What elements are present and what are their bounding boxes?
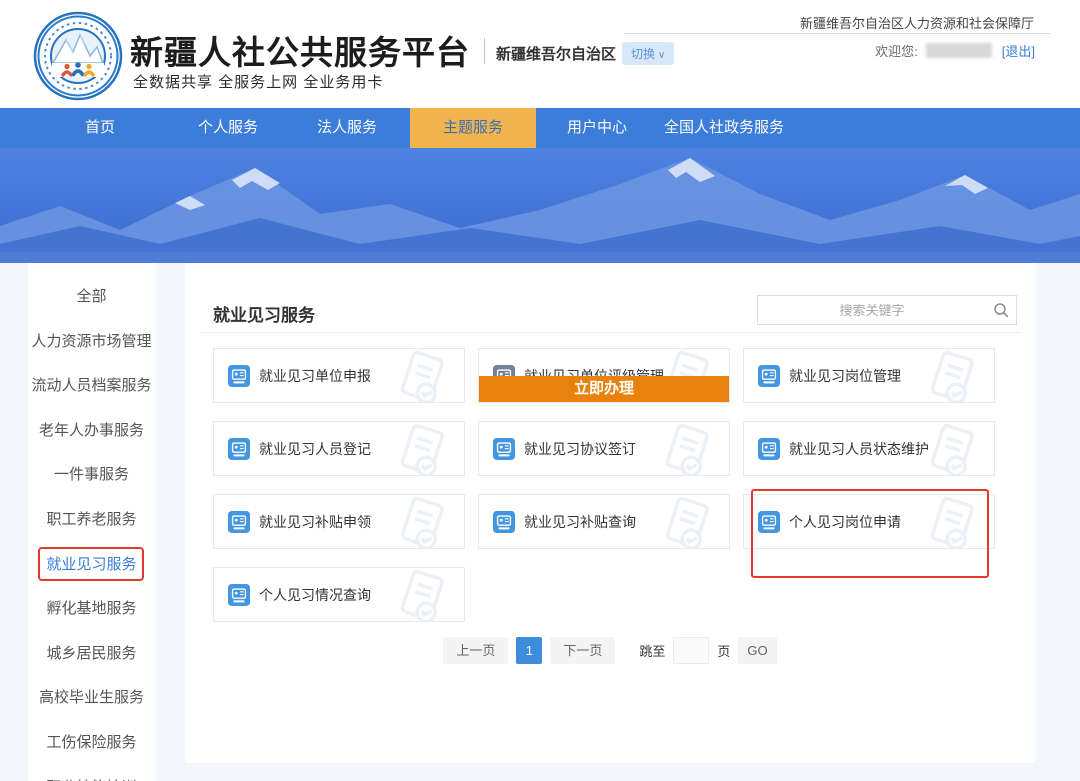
document-watermark-icon: [394, 497, 448, 549]
service-card-icon: [493, 511, 515, 533]
service-card[interactable]: 就业见习补贴查询: [478, 494, 730, 549]
service-card-icon: [228, 511, 250, 533]
next-page-button[interactable]: 下一页: [550, 637, 615, 664]
service-card[interactable]: 就业见习单位申报: [213, 348, 465, 403]
chevron-down-icon: ∨: [658, 50, 665, 61]
search-box: [757, 295, 1017, 325]
username-redacted: [926, 43, 992, 58]
header: 新疆人社公共服务平台 全数据共享 全服务上网 全业务用卡 新疆维吾尔自治区 切换…: [0, 0, 1080, 108]
service-card-label: 就业见习单位申报: [259, 366, 371, 386]
service-card-icon: [758, 438, 780, 460]
main-panel: 就业见习服务 就业见习单位申报 就业见习单位评级管理 立即办理: [185, 263, 1035, 763]
jump-to-label: 跳至: [639, 641, 665, 660]
sidebar-item-all[interactable]: 全部: [28, 275, 155, 320]
sidebar-item-graduates[interactable]: 高校毕业生服务: [28, 676, 155, 721]
banner-mountains-image: [0, 148, 1080, 263]
sidebar-item-work-injury[interactable]: 工伤保险服务: [28, 721, 155, 766]
document-watermark-icon: [394, 570, 448, 622]
pagination: 上一页 1 下一页 跳至 页 GO: [185, 637, 1035, 664]
service-card-label: 个人见习情况查询: [259, 585, 371, 605]
service-card-label: 就业见习协议签订: [524, 439, 636, 459]
service-card-icon: [228, 584, 250, 606]
document-watermark-icon: [924, 497, 978, 549]
nav-item-national[interactable]: 全国人社政务服务: [656, 108, 792, 148]
service-card-label: 就业见习补贴申领: [259, 512, 371, 532]
service-card-icon: [493, 438, 515, 460]
logout-link[interactable]: [退出]: [1002, 41, 1035, 60]
document-watermark-icon: [394, 351, 448, 403]
site-title: 新疆人社公共服务平台: [130, 26, 470, 74]
search-icon[interactable]: [986, 302, 1016, 318]
service-card[interactable]: 就业见习人员登记: [213, 421, 465, 476]
service-card-label: 就业见习岗位管理: [789, 366, 901, 386]
sidebar-item-worker-pension[interactable]: 职工养老服务: [28, 498, 155, 543]
welcome-row: 欢迎您: [退出]: [875, 41, 1035, 60]
service-card-icon: [758, 511, 780, 533]
welcome-label: 欢迎您:: [875, 41, 918, 60]
service-card[interactable]: 就业见习补贴申领: [213, 494, 465, 549]
prev-page-button[interactable]: 上一页: [443, 637, 508, 664]
sidebar-item-internship-active[interactable]: 就业见习服务: [28, 543, 155, 588]
service-card-label: 个人见习岗位申请: [789, 512, 901, 532]
title-divider: [484, 38, 485, 64]
sidebar-item-one-thing[interactable]: 一件事服务: [28, 453, 155, 498]
service-card-personal-apply[interactable]: 个人见习岗位申请: [743, 494, 995, 549]
handle-now-button[interactable]: 立即办理: [479, 376, 729, 402]
service-card-label: 就业见习补贴查询: [524, 512, 636, 532]
main-nav: 首页 个人服务 法人服务 主题服务 用户中心 全国人社政务服务: [0, 108, 1080, 148]
service-card-icon: [228, 438, 250, 460]
document-watermark-icon: [659, 497, 713, 549]
org-underline: [624, 33, 1050, 34]
go-button[interactable]: GO: [738, 637, 776, 664]
nav-item-user-center[interactable]: 用户中心: [544, 108, 650, 148]
service-card-label: 就业见习人员状态维护: [789, 439, 929, 459]
sidebar-item-incubator[interactable]: 孵化基地服务: [28, 587, 155, 632]
sidebar-item-clipped[interactable]: 职业技能培训: [28, 766, 155, 781]
service-card-icon: [228, 365, 250, 387]
sidebar-categories: 全部 人力资源市场管理 流动人员档案服务 老年人办事服务 一件事服务 职工养老服…: [28, 263, 155, 781]
service-card[interactable]: 就业见习岗位管理: [743, 348, 995, 403]
page: 新疆人社公共服务平台 全数据共享 全服务上网 全业务用卡 新疆维吾尔自治区 切换…: [0, 0, 1080, 781]
nav-item-home[interactable]: 首页: [55, 108, 145, 148]
nav-item-legal[interactable]: 法人服务: [290, 108, 404, 148]
region-name: 新疆维吾尔自治区: [496, 43, 616, 64]
switch-label: 切换: [631, 47, 655, 61]
panel-divider: [199, 332, 1021, 333]
document-watermark-icon: [394, 424, 448, 476]
document-watermark-icon: [924, 351, 978, 403]
sidebar-item-mobile-archives[interactable]: 流动人员档案服务: [28, 364, 155, 409]
org-name: 新疆维吾尔自治区人力资源和社会保障厅: [800, 13, 1034, 32]
site-logo-icon: [33, 11, 123, 101]
service-card-label: 就业见习人员登记: [259, 439, 371, 459]
service-card[interactable]: 就业见习单位评级管理 立即办理: [478, 348, 730, 403]
page-number-input[interactable]: [673, 637, 709, 664]
document-watermark-icon: [659, 424, 713, 476]
service-card-icon: [758, 365, 780, 387]
search-input[interactable]: [758, 296, 986, 324]
service-cards-grid: 就业见习单位申报 就业见习单位评级管理 立即办理 就业见习岗位管理 就业见习人员…: [213, 348, 995, 622]
page-title: 就业见习服务: [213, 301, 315, 326]
sidebar-item-elderly[interactable]: 老年人办事服务: [28, 409, 155, 454]
sidebar-item-hr-market[interactable]: 人力资源市场管理: [28, 320, 155, 365]
service-card[interactable]: 个人见习情况查询: [213, 567, 465, 622]
nav-item-theme-active[interactable]: 主题服务: [410, 108, 536, 148]
current-page-button[interactable]: 1: [516, 637, 542, 664]
document-watermark-icon: [924, 424, 978, 476]
site-slogan: 全数据共享 全服务上网 全业务用卡: [133, 71, 383, 92]
page-unit-label: 页: [717, 641, 730, 660]
nav-item-personal[interactable]: 个人服务: [170, 108, 286, 148]
service-card[interactable]: 就业见习人员状态维护: [743, 421, 995, 476]
service-card[interactable]: 就业见习协议签订: [478, 421, 730, 476]
sidebar-item-urban-rural[interactable]: 城乡居民服务: [28, 632, 155, 677]
region-switch-button[interactable]: 切换∨: [622, 42, 674, 65]
